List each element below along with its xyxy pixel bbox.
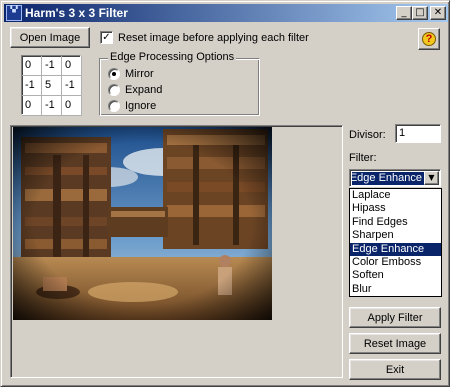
filter-option[interactable]: Color Emboss: [350, 256, 441, 269]
exit-button[interactable]: Exit: [349, 359, 441, 380]
divisor-label: Divisor:: [349, 129, 386, 141]
filter-option[interactable]: Hipass: [350, 202, 441, 215]
kernel-cell[interactable]: 0: [62, 96, 82, 116]
filter-selected-value: Edge Enhance: [352, 172, 424, 185]
filter-option[interactable]: Sharpen: [350, 229, 441, 242]
title-bar[interactable]: ▚▞ Harm's 3 x 3 Filter _ □ ✕: [4, 4, 448, 22]
open-image-button[interactable]: Open Image: [10, 27, 90, 48]
chevron-down-icon[interactable]: ▼: [424, 171, 439, 185]
apply-filter-label: Apply Filter: [367, 311, 423, 324]
reset-checkbox-label[interactable]: Reset image before applying each filter: [118, 32, 309, 44]
divisor-input[interactable]: 1: [395, 124, 441, 143]
help-icon: ?: [422, 32, 436, 46]
window-title: Harm's 3 x 3 Filter: [25, 6, 128, 20]
filter-option-selected[interactable]: Edge Enhance: [350, 242, 441, 256]
image-display-area: [10, 125, 343, 378]
radio-selected-dot: [112, 72, 116, 76]
apply-filter-button[interactable]: Apply Filter: [349, 307, 441, 328]
kernel-cell[interactable]: 5: [42, 76, 62, 96]
kernel-cell[interactable]: 0: [22, 96, 42, 116]
maximize-button[interactable]: □: [412, 6, 428, 20]
kernel-cell[interactable]: -1: [62, 76, 82, 96]
filter-option[interactable]: Blur: [350, 283, 441, 296]
close-button[interactable]: ✕: [430, 6, 446, 20]
open-image-label: Open Image: [19, 31, 81, 44]
radio-ignore[interactable]: [108, 100, 120, 112]
radio-mirror-label[interactable]: Mirror: [125, 68, 154, 80]
kernel-cell[interactable]: 0: [62, 56, 82, 76]
help-button[interactable]: ?: [418, 28, 440, 50]
edge-options-group: Edge Processing Options Mirror Expand Ig…: [99, 51, 260, 116]
kernel-cell[interactable]: -1: [42, 56, 62, 76]
minimize-button[interactable]: _: [396, 6, 412, 20]
kernel-grid: 0 -1 0 -1 5 -1 0 -1 0: [21, 55, 82, 116]
filter-dropdown[interactable]: Edge Enhance ▼: [349, 169, 441, 187]
kernel-cell[interactable]: -1: [22, 76, 42, 96]
filter-label: Filter:: [349, 152, 377, 164]
edge-options-title: Edge Processing Options: [108, 51, 237, 63]
reset-checkbox[interactable]: ✓: [100, 31, 113, 44]
kernel-cell[interactable]: 0: [22, 56, 42, 76]
filter-option[interactable]: Find Edges: [350, 216, 441, 229]
reset-image-label: Reset Image: [363, 337, 427, 350]
loaded-image: [13, 127, 272, 320]
radio-mirror[interactable]: [108, 68, 120, 80]
filter-option[interactable]: Soften: [350, 269, 441, 282]
close-icon: ✕: [433, 7, 443, 18]
app-icon: ▚▞: [6, 5, 22, 21]
scene-illustration: [13, 127, 272, 320]
exit-label: Exit: [385, 363, 405, 376]
app-window: ▚▞ Harm's 3 x 3 Filter _ □ ✕ Open Image …: [0, 0, 450, 387]
maximize-icon: □: [415, 7, 425, 18]
kernel-cell[interactable]: -1: [42, 96, 62, 116]
radio-expand-label[interactable]: Expand: [125, 84, 162, 96]
filter-options-list: Laplace Hipass Find Edges Sharpen Edge E…: [349, 188, 442, 297]
reset-image-button[interactable]: Reset Image: [349, 333, 441, 354]
minimize-icon: _: [401, 7, 407, 18]
radio-expand[interactable]: [108, 84, 120, 96]
radio-ignore-label[interactable]: Ignore: [125, 100, 156, 112]
filter-option[interactable]: Laplace: [350, 189, 441, 202]
checkmark-icon: ✓: [102, 32, 111, 43]
